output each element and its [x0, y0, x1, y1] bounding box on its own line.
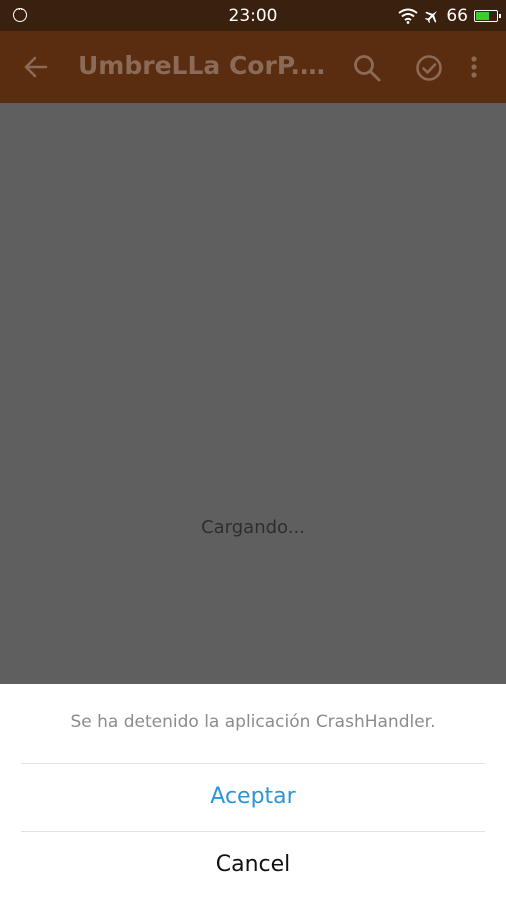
loading-text: Cargando...	[201, 517, 305, 538]
app-bar: UmbreLLa CorP. L...	[0, 31, 506, 103]
wifi-icon	[398, 8, 418, 24]
airplane-icon	[425, 11, 438, 24]
accept-button[interactable]: Aceptar	[21, 764, 485, 830]
battery-fill	[476, 12, 489, 20]
app-title: UmbreLLa CorP. L...	[78, 51, 333, 80]
content-area: Cargando...	[0, 103, 506, 684]
back-arrow-icon[interactable]	[22, 53, 50, 81]
status-right-group: 66	[398, 5, 501, 27]
battery-level: 66	[446, 6, 468, 26]
battery-icon	[474, 10, 501, 22]
more-vert-icon[interactable]	[464, 53, 484, 83]
status-bar: 23:00 66	[0, 0, 506, 31]
check-circle-icon[interactable]	[414, 53, 444, 83]
crash-dialog: Se ha detenido la aplicación CrashHandle…	[0, 684, 506, 900]
dialog-message: Se ha detenido la aplicación CrashHandle…	[70, 712, 436, 732]
search-icon[interactable]	[352, 53, 382, 83]
cancel-button[interactable]: Cancel	[21, 832, 485, 898]
